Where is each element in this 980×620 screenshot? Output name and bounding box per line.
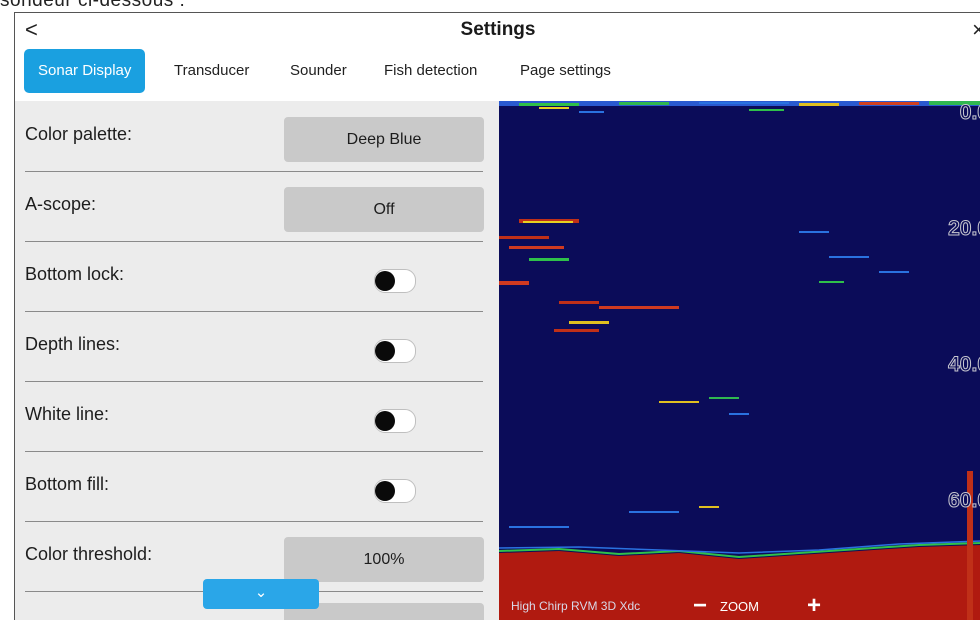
color-palette-select[interactable]: Deep Blue [284, 117, 484, 162]
sonar-echo-image [499, 101, 980, 620]
toggle-knob [375, 341, 395, 361]
zoom-in-button[interactable]: + [802, 594, 826, 619]
a-scope-select[interactable]: Off [284, 187, 484, 232]
header: < Settings × [15, 13, 980, 49]
settings-panel: Color palette: Deep Blue A-scope: Off Bo… [15, 101, 499, 620]
setting-label: White line: [25, 404, 110, 424]
setting-bottom-fill: Bottom fill: [25, 451, 483, 522]
scroll-down-button[interactable]: ⌄ [203, 579, 319, 609]
page-title: Settings [460, 19, 536, 40]
toggle-knob [375, 481, 395, 501]
tab-sounder[interactable]: Sounder [290, 49, 347, 93]
setting-label: Bottom fill: [25, 474, 110, 494]
setting-depth-lines: Depth lines: [25, 311, 483, 382]
bottom-lock-toggle[interactable] [374, 269, 416, 293]
settings-window: < Settings × Sonar Display Transducer So… [14, 12, 980, 620]
tab-page-settings[interactable]: Page settings [520, 49, 611, 93]
sonar-fish-echoes [499, 219, 909, 528]
setting-color-palette: Color palette: Deep Blue [25, 101, 484, 172]
toggle-knob [375, 411, 395, 431]
tab-fish-detection[interactable]: Fish detection [384, 49, 477, 93]
sonar-preview: 0.0 20.0 40.0 60.0 High Chirp RVM 3D Xdc… [499, 101, 980, 620]
sonar-surface-clutter [499, 101, 980, 113]
depth-label: 60.0 [948, 489, 980, 513]
white-line-toggle[interactable] [374, 409, 416, 433]
tab-transducer[interactable]: Transducer [174, 49, 249, 93]
chevron-down-icon: ⌄ [254, 584, 268, 601]
page-caption: sondeur ci-dessous : [0, 0, 186, 11]
setting-label: Bottom lock: [25, 264, 125, 284]
bottom-fill-toggle[interactable] [374, 479, 416, 503]
tab-sonar-display[interactable]: Sonar Display [24, 49, 146, 93]
tab-bar: Sonar Display Transducer Sounder Fish de… [15, 49, 980, 95]
color-threshold-select[interactable]: 100% [284, 537, 484, 582]
toggle-knob [375, 271, 395, 291]
depth-label: 40.0 [948, 353, 980, 377]
sonar-bottom-bar: High Chirp RVM 3D Xdc − ZOOM + [499, 594, 980, 620]
setting-label: Color palette: [25, 124, 133, 144]
setting-label: Color threshold: [25, 544, 153, 564]
zoom-label: ZOOM [720, 599, 759, 614]
depth-lines-toggle[interactable] [374, 339, 416, 363]
close-icon[interactable]: × [972, 17, 980, 43]
depth-label: 20.0 [948, 217, 980, 241]
setting-bottom-lock: Bottom lock: [25, 241, 483, 312]
zoom-out-button[interactable]: − [688, 594, 712, 619]
transducer-source-label: High Chirp RVM 3D Xdc [511, 599, 641, 613]
setting-label: A-scope: [25, 194, 97, 214]
setting-white-line: White line: [25, 381, 483, 452]
setting-label: Depth lines: [25, 334, 121, 354]
setting-a-scope: A-scope: Off [25, 171, 484, 242]
depth-label: 0.0 [959, 101, 980, 125]
